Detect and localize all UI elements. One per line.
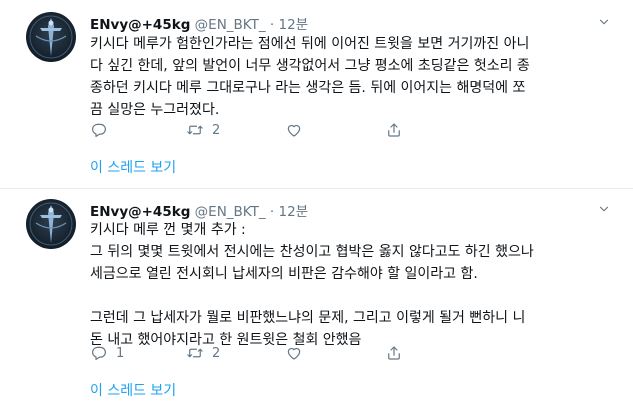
- like-button[interactable]: [285, 121, 311, 139]
- avatar[interactable]: [26, 199, 76, 249]
- tweet-text-line: 세금으로 열린 전시회니 납세자의 비판은 감수해야 할 일이라고 함.: [90, 266, 478, 282]
- display-name[interactable]: ENvy@+45kg: [90, 204, 190, 220]
- timestamp[interactable]: 12분: [279, 204, 309, 220]
- tweet-text-line: 키시다 메루가 험한인가라는 점에선 뒤에 이어진 트윗을 보면 거기까진 아니: [90, 36, 530, 52]
- retweet-button[interactable]: 2: [186, 344, 220, 362]
- tweet[interactable]: ENvy@+45kg @EN_BKT_ · 12분 키시다 메루가 험한인가라는…: [0, 0, 633, 188]
- tweet-actions: 1 2: [90, 344, 390, 362]
- tweet-text-line: 그런데 그 납세자가 뭘로 비판했느냐의 문제, 그리고 이렇게 될거 뻔하니 …: [90, 310, 526, 326]
- retweet-count: 2: [212, 345, 221, 361]
- reply-button[interactable]: 1: [90, 344, 124, 362]
- like-button[interactable]: [285, 344, 311, 362]
- tweet-text-line: 그 뒤의 몇몇 트윗에서 전시에는 찬성이고 협박은 옳지 않다고도 하긴 했으…: [90, 244, 534, 260]
- retweet-count: 2: [212, 122, 221, 138]
- share-button[interactable]: [385, 121, 403, 139]
- share-icon: [385, 121, 403, 139]
- reply-count: 1: [116, 345, 125, 361]
- like-icon: [285, 121, 303, 139]
- show-thread-link[interactable]: 이 스레드 보기: [90, 157, 176, 177]
- tweet-text-line: 다 싶긴 한데, 앞의 발언이 너무 생각없어서 그냥 평소에 초딩같은 헛소리…: [90, 58, 530, 74]
- tweet-text-line: 종하던 키시다 메루 그대로구나 라는 생각은 듬. 뒤에 이어지는 해명덕에 …: [90, 80, 526, 96]
- retweet-button[interactable]: 2: [186, 121, 220, 139]
- tweet-text: 키시다 메루가 험한인가라는 점에선 뒤에 이어진 트윗을 보면 거기까진 아니…: [90, 33, 610, 121]
- user-handle[interactable]: @EN_BKT_: [195, 17, 266, 33]
- chevron-down-icon[interactable]: [597, 15, 611, 29]
- chevron-down-icon[interactable]: [597, 202, 611, 216]
- tweet-header: ENvy@+45kg @EN_BKT_ · 12분: [90, 200, 308, 220]
- retweet-icon: [186, 344, 204, 362]
- reply-icon: [90, 344, 108, 362]
- tweet-text-line: [90, 285, 610, 307]
- display-name[interactable]: ENvy@+45kg: [90, 17, 190, 33]
- tweet-actions: 2: [90, 121, 390, 139]
- share-button[interactable]: [385, 344, 403, 362]
- tweet-header: ENvy@+45kg @EN_BKT_ · 12분: [90, 13, 308, 33]
- separator-dot: ·: [269, 17, 275, 33]
- reply-button[interactable]: [90, 121, 116, 139]
- separator-dot: ·: [269, 204, 275, 220]
- like-icon: [285, 344, 303, 362]
- tweet-text-line: 키시다 메루 껀 몇개 추가 :: [90, 222, 246, 238]
- tweet-text-line: 끔 실망은 누그러졌다.: [90, 102, 220, 118]
- tweet-text: 키시다 메루 껀 몇개 추가 : 그 뒤의 몇몇 트윗에서 전시에는 찬성이고 …: [90, 219, 610, 351]
- tweet[interactable]: ENvy@+45kg @EN_BKT_ · 12분 키시다 메루 껀 몇개 추가…: [0, 189, 633, 410]
- timestamp[interactable]: 12분: [279, 17, 309, 33]
- reply-icon: [90, 121, 108, 139]
- retweet-icon: [186, 121, 204, 139]
- share-icon: [385, 344, 403, 362]
- avatar[interactable]: [26, 12, 76, 62]
- user-handle[interactable]: @EN_BKT_: [195, 204, 266, 220]
- show-thread-link[interactable]: 이 스레드 보기: [90, 380, 176, 400]
